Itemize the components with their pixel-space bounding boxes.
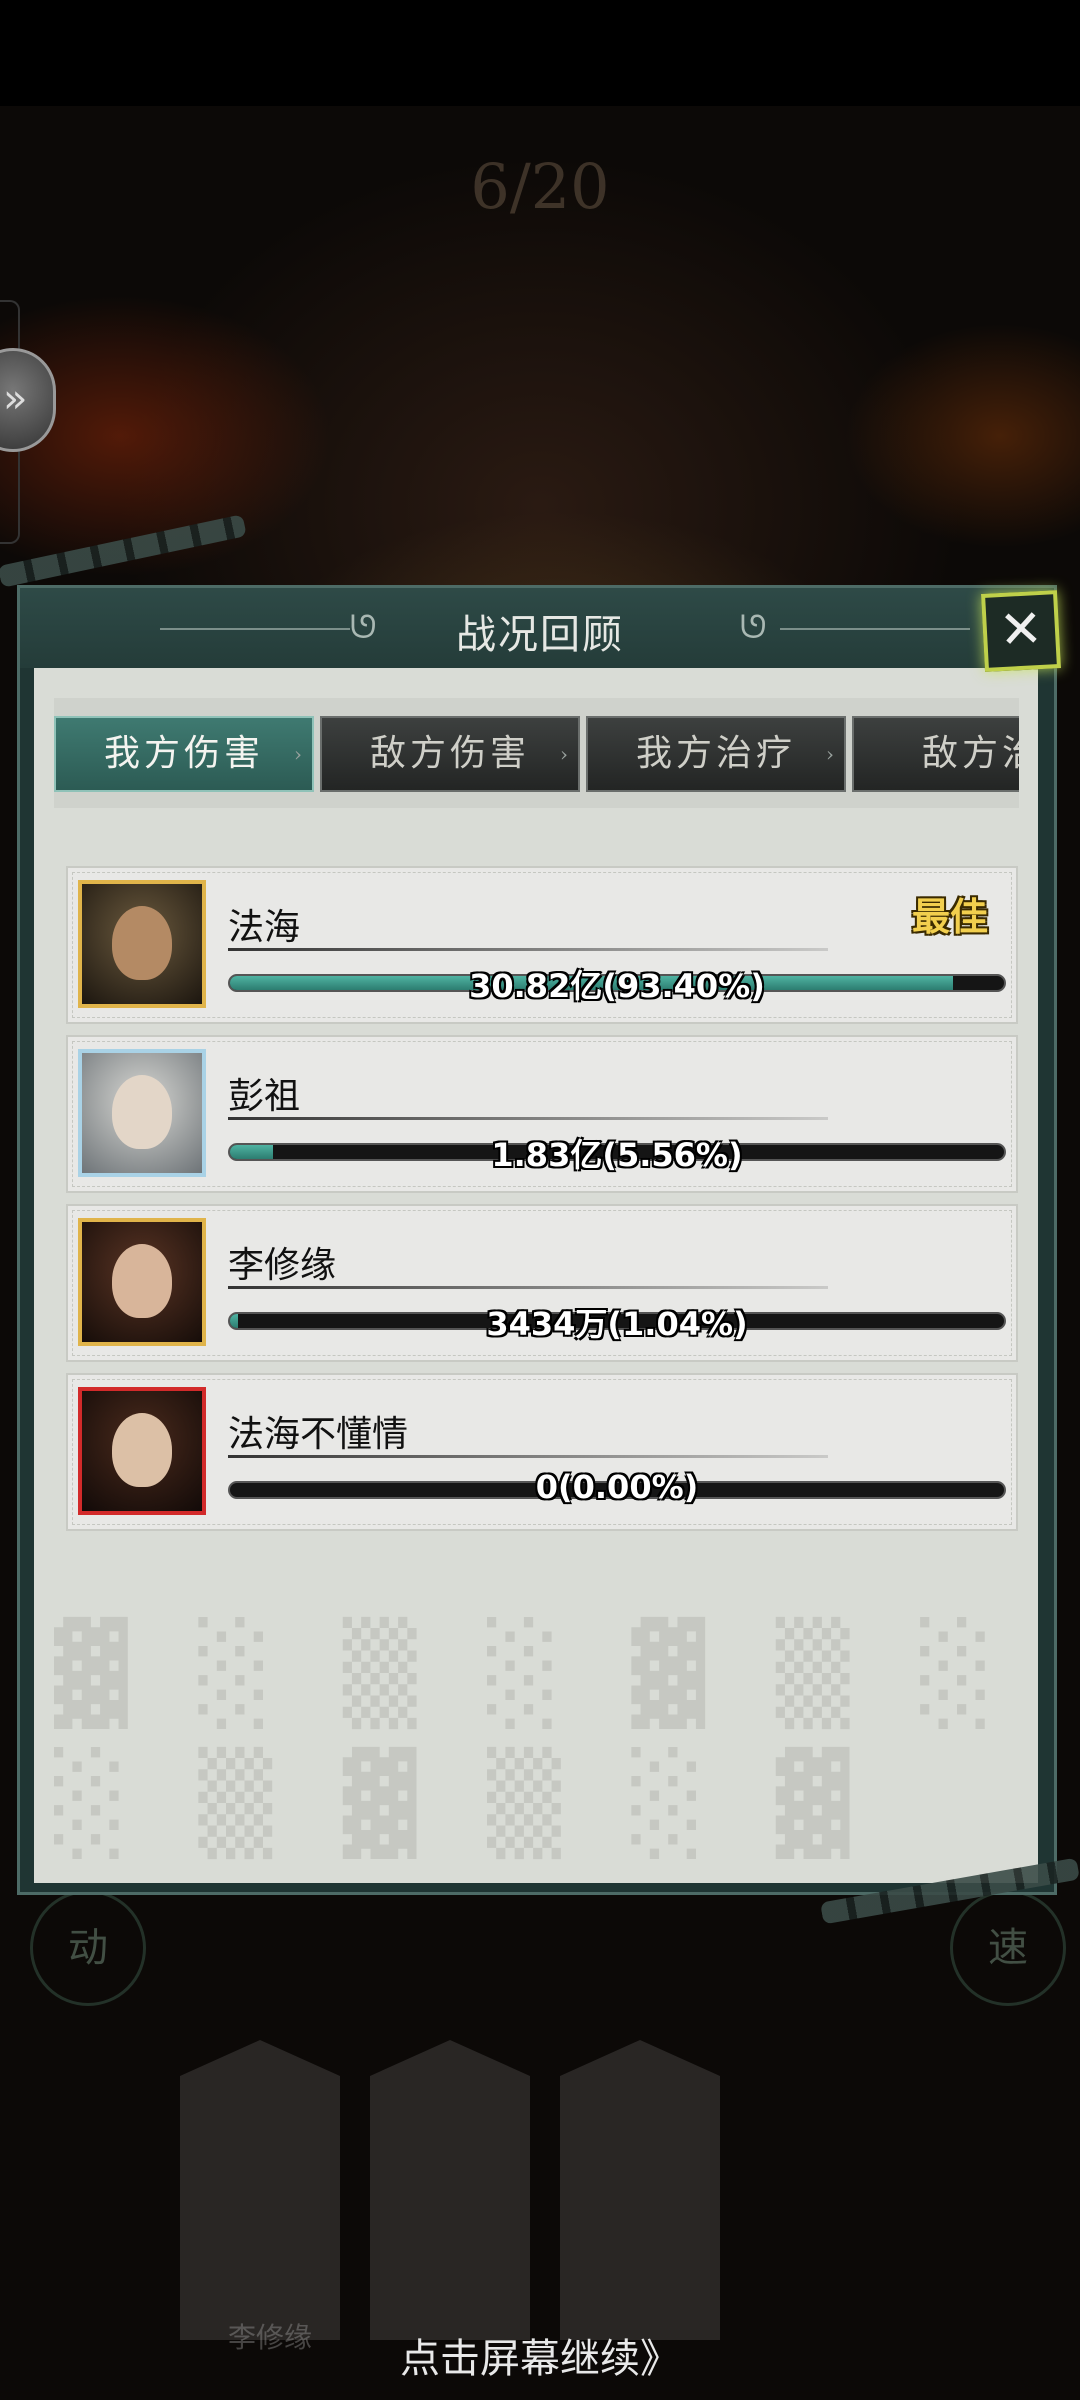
avatar-face (112, 1413, 172, 1487)
hero-name: 彭祖 (228, 1076, 301, 1117)
tab-our-healing[interactable]: 我方治疗 › (586, 716, 846, 792)
warrior-avatar-icon (78, 1218, 206, 1346)
tab-our-damage[interactable]: 我方伤害 › (54, 716, 314, 792)
tab-label: 我方治疗 (635, 733, 796, 774)
damage-row[interactable]: 法海 最佳 30.82亿(93.40%) (66, 866, 1018, 1024)
tap-to-continue-hint[interactable]: 点击屏幕继续》 (340, 2326, 740, 2384)
chevron-right-icon: › (560, 742, 572, 766)
status-bar (0, 0, 1080, 106)
close-button[interactable]: ✕ (981, 590, 1061, 672)
elder-avatar-icon (78, 1049, 206, 1177)
swirl-icon: ᘎ (740, 608, 767, 646)
damage-value: 30.82亿(93.40%) (469, 967, 765, 1005)
ghost-card-label: 李修缘 (227, 2321, 312, 2354)
best-badge: 最佳 (912, 894, 989, 939)
damage-value: 1.83亿(5.56%) (491, 1136, 743, 1174)
background-hero-cards (180, 2040, 740, 2340)
name-underline (228, 1117, 828, 1120)
avatar-face (112, 1075, 172, 1149)
chevron-right-icon: › (294, 742, 306, 766)
name-underline (228, 1286, 828, 1289)
name-underline (228, 1455, 828, 1458)
ghost-card (370, 2040, 530, 2340)
avatar-face (112, 906, 172, 980)
damage-value: 3434万(1.04%) (486, 1305, 748, 1343)
chevron-right-icon: › (826, 742, 838, 766)
damage-value: 0(0.00%) (535, 1468, 699, 1506)
panel-header: ᘎ 战况回顾 ᘎ (20, 588, 1054, 668)
hero-name: 李修缘 (228, 1245, 337, 1286)
tab-label: 敌方伤害 (369, 733, 530, 774)
double-chevron-right-icon: » (3, 376, 28, 422)
panel-title: 战况回顾 (456, 612, 624, 658)
avatar-face (112, 1244, 172, 1318)
tab-label: 我方伤害 (103, 733, 264, 774)
tab-label: 敌方治 (921, 733, 1019, 774)
ghost-card (560, 2040, 720, 2340)
monk-avatar-icon (78, 880, 206, 1008)
round-counter: 6/20 (470, 150, 610, 223)
damage-row[interactable]: 李修缘 3434万(1.04%) (66, 1204, 1018, 1362)
damage-row[interactable]: 法海不懂情 0(0.00%) (66, 1373, 1018, 1531)
hero-name: 法海 (228, 907, 301, 948)
swordsman-avatar-icon (78, 1387, 206, 1515)
close-icon: ✕ (997, 598, 1045, 662)
header-divider-left (160, 628, 350, 630)
tab-strip: 我方伤害 › 敌方伤害 › 我方治疗 › 敌方治 (54, 698, 1019, 808)
damage-row[interactable]: 彭祖 1.83亿(5.56%) (66, 1035, 1018, 1193)
swirl-icon: ᘎ (350, 608, 377, 646)
tab-enemy-healing[interactable]: 敌方治 (852, 716, 1019, 792)
ghost-card (180, 2040, 340, 2340)
header-divider-right (780, 628, 970, 630)
tab-enemy-damage[interactable]: 敌方伤害 › (320, 716, 580, 792)
hero-name: 法海不懂情 (228, 1414, 409, 1455)
name-underline (228, 948, 828, 951)
